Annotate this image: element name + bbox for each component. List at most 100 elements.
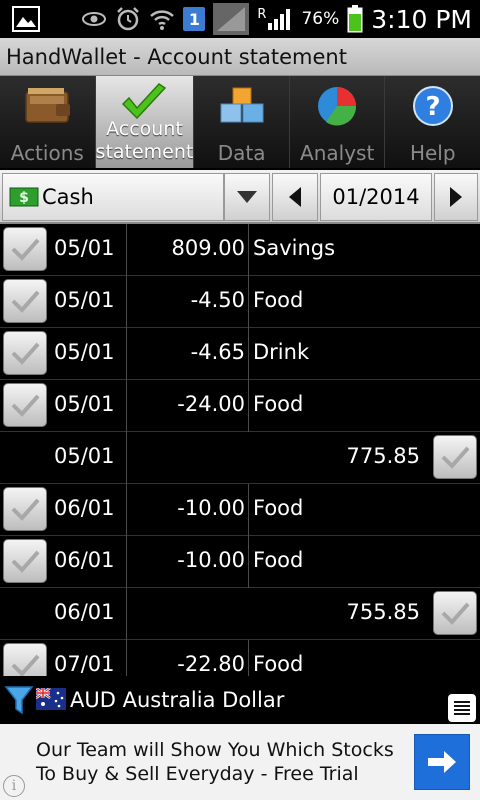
row-category: Food xyxy=(253,652,304,676)
chevron-left-icon xyxy=(289,187,301,207)
row-amount: -10.00 xyxy=(177,496,245,520)
sim-badge: 1 xyxy=(183,7,206,31)
row-category: Drink xyxy=(253,340,310,364)
previous-period-button[interactable] xyxy=(272,173,318,221)
check-icon xyxy=(11,290,40,313)
ad-banner[interactable]: Our Team will Show You Which Stocks To B… xyxy=(0,724,480,800)
status-time: 3:10 PM xyxy=(371,4,472,34)
pie-chart-icon xyxy=(318,87,357,126)
filter-icon[interactable] xyxy=(4,684,34,716)
check-icon xyxy=(441,446,470,469)
statement-row[interactable]: 05/01 809.00 Savings xyxy=(0,224,480,276)
battery-icon xyxy=(347,5,363,33)
row-date: 06/01 xyxy=(54,600,115,624)
svg-text:?: ? xyxy=(425,92,440,122)
ad-info-icon[interactable]: i xyxy=(3,775,25,797)
balance-checkbox[interactable] xyxy=(433,435,477,479)
tab-label-analyst: Analyst xyxy=(300,141,375,165)
row-checkbox[interactable] xyxy=(3,227,47,271)
balance-checkbox[interactable] xyxy=(433,591,477,635)
signal-icon-sim2: R xyxy=(257,7,293,31)
tab-help[interactable]: ? Help xyxy=(385,76,480,168)
row-date: 06/01 xyxy=(54,548,115,572)
signal-icon-sim1 xyxy=(213,3,250,35)
money-icon: $ xyxy=(9,187,39,207)
account-select[interactable]: $ Cash xyxy=(2,173,224,221)
statement-row[interactable]: 06/01 -10.00 Food xyxy=(0,484,480,536)
row-checkbox[interactable] xyxy=(3,643,47,676)
check-icon xyxy=(11,550,40,573)
tab-label-help: Help xyxy=(409,141,456,165)
account-dropdown-button[interactable] xyxy=(224,173,270,221)
check-icon xyxy=(11,498,40,521)
row-checkbox[interactable] xyxy=(3,487,47,531)
row-balance: 755.85 xyxy=(346,600,420,624)
row-category: Savings xyxy=(253,236,336,260)
balance-row[interactable]: 06/01 755.85 xyxy=(0,588,480,640)
balance-row[interactable]: 05/01 775.85 xyxy=(0,432,480,484)
cubes-icon xyxy=(220,87,264,123)
check-icon xyxy=(11,654,40,676)
ad-open-button[interactable] xyxy=(414,734,470,790)
overflow-menu-icon[interactable] xyxy=(448,694,476,722)
statement-row[interactable]: 05/01 -4.65 Drink xyxy=(0,328,480,380)
wifi-icon xyxy=(150,10,175,30)
tab-bar: Actions Account statement Data Analyst ?… xyxy=(0,76,480,168)
chevron-right-icon xyxy=(450,187,462,207)
period-display[interactable]: 01/2014 xyxy=(320,173,432,221)
row-category: Food xyxy=(253,548,304,572)
statement-row[interactable]: 06/01 -10.00 Food xyxy=(0,536,480,588)
help-icon: ? xyxy=(412,86,453,126)
column-divider xyxy=(126,640,127,676)
column-divider xyxy=(126,380,127,432)
next-period-button[interactable] xyxy=(434,173,478,221)
column-divider xyxy=(248,380,249,432)
row-amount: -4.65 xyxy=(190,340,245,364)
australia-flag-icon xyxy=(36,688,66,710)
row-amount: -22.80 xyxy=(177,652,245,676)
currency-bar: AUD Australia Dollar xyxy=(0,676,480,724)
row-balance: 775.85 xyxy=(346,444,420,468)
statement-row[interactable]: 05/01 -4.50 Food xyxy=(0,276,480,328)
battery-percent: 76% xyxy=(301,9,340,29)
row-date: 06/01 xyxy=(54,496,115,520)
column-divider xyxy=(126,276,127,328)
statement-row[interactable]: 05/01 -24.00 Food xyxy=(0,380,480,432)
column-divider xyxy=(248,640,249,676)
column-divider xyxy=(126,328,127,380)
check-icon xyxy=(11,238,40,261)
tab-analyst[interactable]: Analyst xyxy=(289,76,386,168)
tab-account-statement[interactable]: Account statement xyxy=(95,76,195,168)
row-date: 07/01 xyxy=(54,652,115,676)
account-selector-row: $ Cash 01/2014 xyxy=(0,170,480,224)
svg-text:$: $ xyxy=(19,190,29,206)
currency-label[interactable]: AUD Australia Dollar xyxy=(70,688,284,712)
column-divider xyxy=(126,536,127,588)
statement-row[interactable]: 07/01 -22.80 Food xyxy=(0,640,480,676)
row-amount: -10.00 xyxy=(177,548,245,572)
row-date: 05/01 xyxy=(54,236,115,260)
row-amount: -4.50 xyxy=(190,288,245,312)
column-divider xyxy=(248,536,249,588)
column-divider xyxy=(248,276,249,328)
row-checkbox[interactable] xyxy=(3,539,47,583)
row-checkbox[interactable] xyxy=(3,383,47,427)
tab-label-data: Data xyxy=(217,141,266,165)
column-divider xyxy=(126,224,127,276)
tab-data[interactable]: Data xyxy=(194,76,290,168)
tab-actions[interactable]: Actions xyxy=(0,76,96,168)
app-title-bar: HandWallet - Account statement xyxy=(0,38,480,76)
column-divider xyxy=(248,484,249,536)
row-category: Food xyxy=(253,392,304,416)
row-checkbox[interactable] xyxy=(3,279,47,323)
check-icon xyxy=(11,342,40,365)
check-icon xyxy=(11,394,40,417)
statement-list[interactable]: 05/01 809.00 Savings 05/01 -4.50 Food 05… xyxy=(0,224,480,676)
row-checkbox[interactable] xyxy=(3,331,47,375)
ad-text[interactable]: Our Team will Show You Which Stocks To B… xyxy=(36,738,406,786)
gallery-icon xyxy=(12,6,40,32)
roaming-indicator: R xyxy=(257,7,267,22)
tab-label-actions: Actions xyxy=(10,141,84,165)
row-category: Food xyxy=(253,288,304,312)
status-bar: 1 R 76% 3:10 PM xyxy=(0,0,480,38)
